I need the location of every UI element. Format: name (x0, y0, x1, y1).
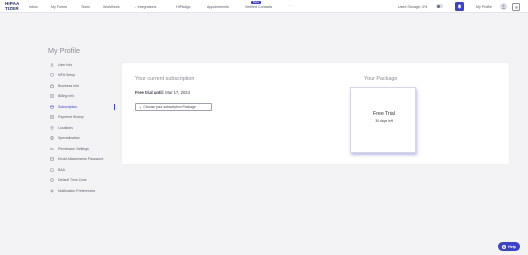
package-days-left: 30 days left (375, 119, 393, 123)
sidebar-item-baa[interactable]: BAA (50, 167, 120, 173)
trial-until-text: Free trial until: Mar 17, 2024 (135, 90, 190, 95)
choose-subscription-package-button[interactable]: + Choose your subscription Package (135, 103, 212, 111)
settings-icon (514, 5, 518, 9)
clock-icon (50, 178, 54, 182)
briefcase-icon (50, 84, 54, 88)
chevron-down-icon: ⌄ (134, 4, 137, 9)
storage-toggle[interactable] (436, 4, 443, 8)
question-icon: ? (502, 244, 507, 249)
sidebar-item-subscription[interactable]: Subscription (50, 104, 120, 110)
sidebar-active-indicator (114, 104, 115, 110)
choose-subscription-package-label: Choose your subscription Package (143, 105, 196, 109)
plus-icon: + (139, 104, 142, 110)
page-title: My Profile (48, 46, 80, 55)
nav-workflows[interactable]: Workflows (103, 0, 120, 13)
nav-verified-contacts[interactable]: Verified Contacts (245, 0, 272, 13)
user-avatar-icon (501, 4, 506, 9)
trial-until-label: Free trial until: (135, 90, 165, 95)
settings-button[interactable] (512, 3, 520, 11)
mail-icon (50, 157, 54, 161)
logo-line2: TIZER (5, 6, 19, 11)
location-icon (50, 126, 54, 130)
receipt-icon (50, 94, 54, 98)
trial-until-date: Mar 17, 2024 (165, 90, 190, 95)
globe-icon (50, 136, 54, 140)
sidebar-item-specialization[interactable]: Specialization (50, 135, 120, 141)
package-card[interactable]: Free Trial 30 days left (350, 87, 416, 153)
used-storage-label: Used Storage: 0% (398, 4, 428, 9)
help-label: Help (508, 244, 516, 249)
history-icon (50, 115, 54, 119)
nav-team[interactable]: Team (81, 0, 90, 13)
avatar[interactable] (500, 3, 507, 10)
sidebar-item-user-info[interactable]: User Info (50, 62, 120, 68)
nav-appointments[interactable]: Appointments (207, 0, 229, 13)
document-icon (50, 168, 54, 172)
card-icon (50, 105, 54, 109)
nav-integrations[interactable]: ⌄ Integrations (134, 0, 156, 13)
sidebar-item-permission-settings[interactable]: Permission Settings (50, 146, 120, 152)
nav-my-forms[interactable]: My Forms (51, 0, 67, 13)
package-name: Free Trial (373, 111, 395, 117)
user-icon (50, 63, 54, 67)
nav-inbox[interactable]: Inbox (29, 0, 38, 13)
hipaatizer-logo[interactable]: HIPAA TIZER (5, 1, 24, 11)
shield-icon (50, 73, 54, 77)
current-subscription-heading: Your current subscription (135, 76, 195, 82)
more-menu-icon[interactable]: ··· (288, 3, 294, 8)
your-package-heading: Your Package (364, 76, 398, 82)
sidebar-item-payment-history[interactable]: Payment History (50, 114, 120, 120)
nav-hipaago[interactable]: HIPAAgo (176, 0, 191, 13)
sidebar-item-business-info[interactable]: Business Info (50, 83, 120, 89)
key-icon (50, 147, 54, 151)
my-profile-link[interactable]: My Profile (476, 0, 492, 13)
notification-bell-button[interactable] (455, 2, 464, 11)
gear-icon (50, 189, 54, 193)
sidebar-item-default-time-zone[interactable]: Default Time Zone (50, 177, 120, 183)
sidebar-item-locations[interactable]: Locations (50, 125, 120, 131)
help-button[interactable]: ? Help (498, 242, 520, 251)
sidebar-item-notification-preferences[interactable]: Notification Preferences (50, 188, 120, 194)
bell-icon (457, 4, 462, 9)
sidebar-item-email-attachments-password[interactable]: Email Attachments Password (50, 156, 120, 162)
sidebar-item-billing-info[interactable]: Billing Info (50, 93, 120, 99)
sidebar-item-mfa-setup[interactable]: MFA Setup (50, 72, 120, 78)
